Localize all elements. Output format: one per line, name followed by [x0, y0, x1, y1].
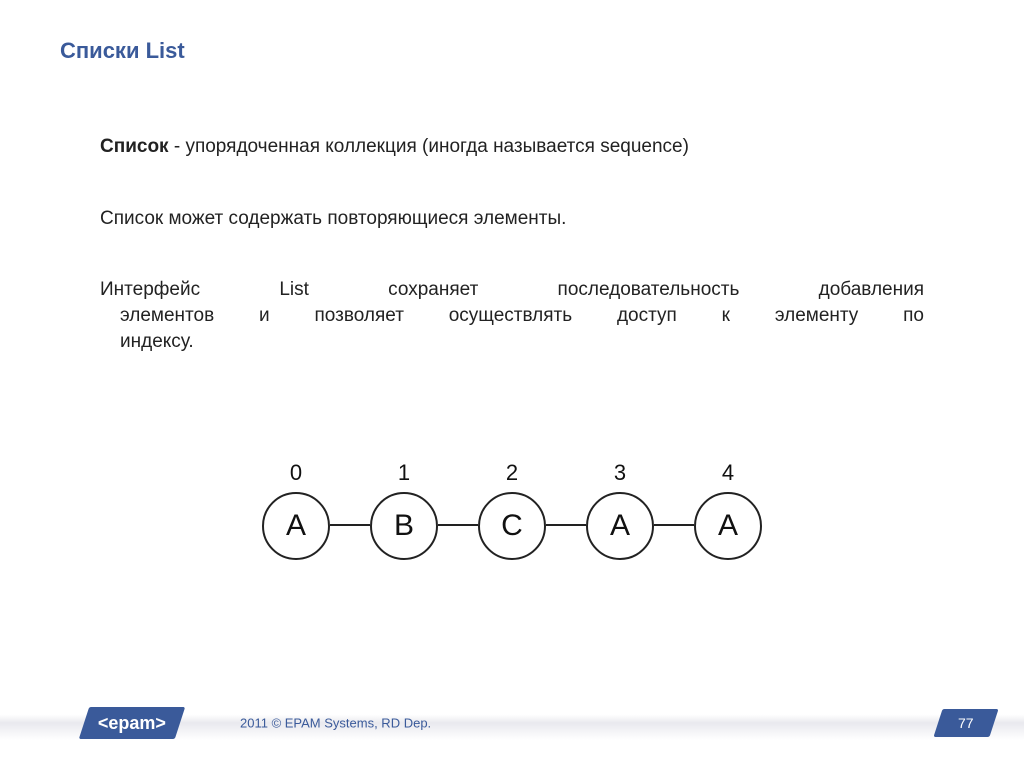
node-link	[330, 524, 370, 526]
paragraph-3: Интерфейс List сохраняет последовательно…	[100, 277, 924, 354]
node-circle: B	[370, 492, 438, 560]
node-index: 3	[614, 460, 626, 486]
epam-logo: <epam>	[79, 707, 185, 739]
slide-content: Список - упорядоченная коллекция (иногда…	[60, 134, 964, 354]
footer: <epam> 2011 © EPAM Systems, RD Dep. 77	[0, 706, 1024, 740]
node-circle: A	[586, 492, 654, 560]
paragraph-2: Список может содержать повторяющиеся эле…	[100, 206, 924, 232]
copyright-text: 2011 © EPAM Systems, RD Dep.	[240, 716, 431, 731]
para1-rest: - упорядоченная коллекция (иногда называ…	[169, 136, 689, 157]
node-index: 1	[398, 460, 410, 486]
list-node: 1 B	[370, 460, 438, 560]
node-link	[654, 524, 694, 526]
node-index: 4	[722, 460, 734, 486]
para3-line2: элементов и позволяет осуществлять досту…	[100, 303, 924, 329]
logo-text: <epam>	[98, 713, 166, 734]
node-circle: C	[478, 492, 546, 560]
para3-line3: индексу.	[100, 329, 924, 355]
slide: Списки List Список - упорядоченная колле…	[0, 0, 1024, 768]
list-node: 0 A	[262, 460, 330, 560]
page-number-badge: 77	[934, 709, 999, 737]
para3-line1: Интерфейс List сохраняет последовательно…	[100, 277, 924, 303]
page-number-wrap: 77	[938, 706, 994, 740]
paragraph-1: Список - упорядоченная коллекция (иногда…	[100, 134, 924, 160]
node-index: 2	[506, 460, 518, 486]
node-link	[546, 524, 586, 526]
node-circle: A	[694, 492, 762, 560]
logo-wrap: <epam>	[84, 706, 180, 740]
node-index: 0	[290, 460, 302, 486]
node-row: 0 A 1 B 2 C 3 A 4 A	[262, 460, 762, 560]
node-circle: A	[262, 492, 330, 560]
list-node: 2 C	[478, 460, 546, 560]
page-number: 77	[958, 715, 974, 731]
node-link	[438, 524, 478, 526]
slide-title: Списки List	[60, 38, 964, 64]
para1-term: Список	[100, 136, 169, 157]
list-node: 4 A	[694, 460, 762, 560]
list-node: 3 A	[586, 460, 654, 560]
list-diagram: 0 A 1 B 2 C 3 A 4 A	[0, 460, 1024, 560]
